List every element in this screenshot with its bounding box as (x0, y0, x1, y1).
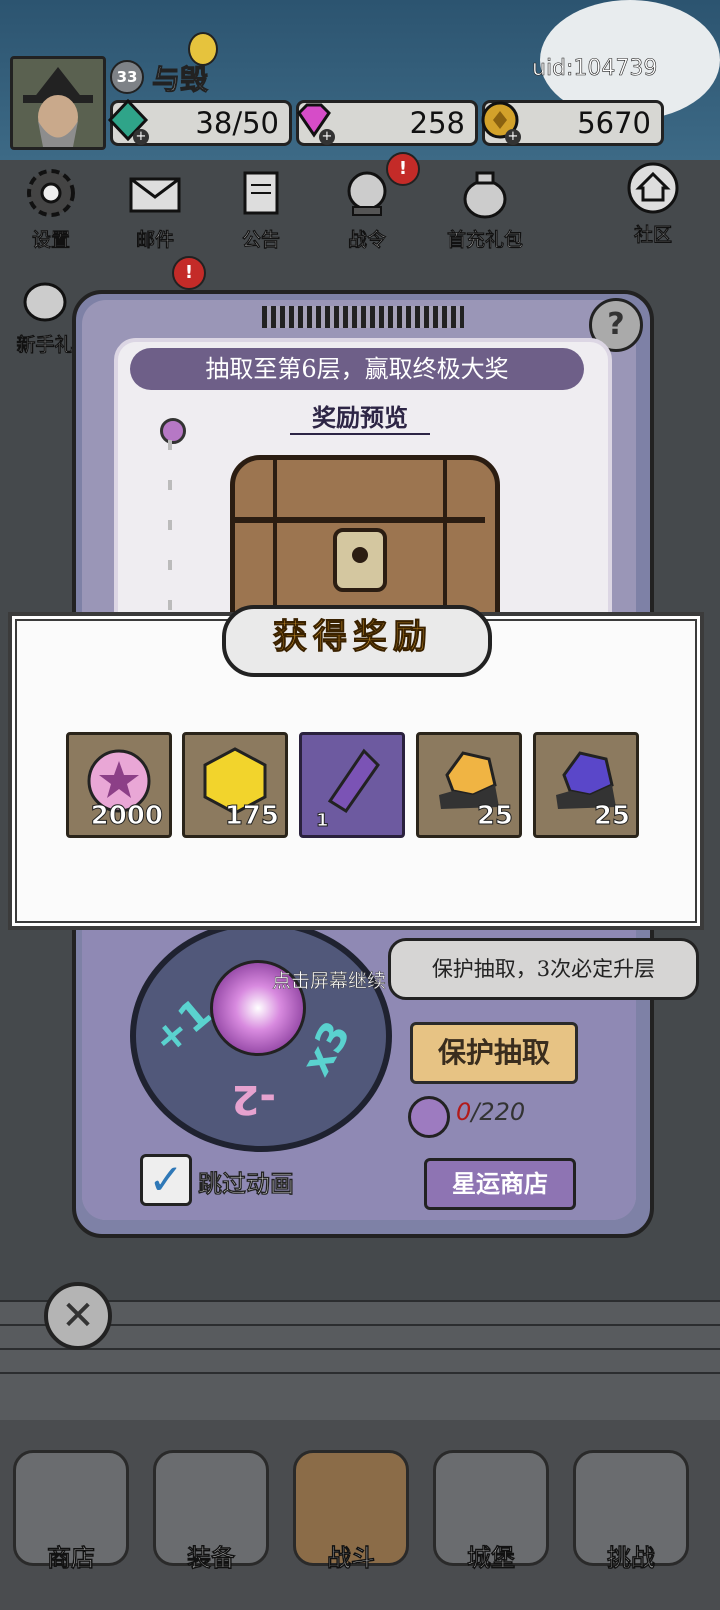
nav-castle-label: 城堡 (467, 1543, 516, 1573)
nav-challenge-label: 挑战 (607, 1543, 656, 1573)
protect-tip-bubble: 保护抽取，3次必定升层 (388, 938, 699, 1000)
nav-shop[interactable]: 商店 (6, 1440, 136, 1610)
gold-medal-icon (188, 32, 218, 66)
avatar[interactable] (10, 56, 106, 150)
svg-text:+1: +1 (144, 989, 221, 1064)
gear-icon (27, 169, 75, 217)
level-badge: 33 (110, 60, 144, 94)
nav-equip[interactable]: 装备 (146, 1440, 276, 1610)
preview-title: 奖励预览 (290, 398, 430, 435)
reward-count: 1 (316, 810, 329, 832)
notice-label: 公告 (241, 229, 281, 252)
svg-text:-2: -2 (232, 1076, 276, 1122)
goal-banner: 抽取至第6层，赢取终极大奖 (130, 348, 584, 390)
reward-item[interactable]: 175 (182, 732, 288, 838)
mail-label: 邮件 (135, 229, 175, 252)
reward-item[interactable]: 2000 (66, 732, 172, 838)
envelope-icon (129, 177, 181, 213)
energy-resource[interactable]: + 38/50 (107, 98, 292, 146)
community-label: 社区 (633, 224, 673, 247)
add-energy-icon[interactable]: + (133, 129, 149, 145)
add-gems-icon[interactable]: + (319, 129, 335, 145)
reward-count: 175 (224, 801, 279, 832)
nav-battle[interactable]: 战斗 (286, 1440, 416, 1610)
home-icon (627, 162, 679, 214)
money-bag-icon (463, 171, 507, 219)
tap-to-continue: 点击屏幕继续 (272, 970, 387, 992)
skip-animation-label: 跳过动画 (198, 1169, 295, 1199)
purple-crystal-shard-icon (327, 748, 380, 814)
question-icon: ? (607, 307, 625, 342)
notice-button[interactable]: 公告 (216, 165, 306, 255)
gems-value: 258 (409, 106, 465, 140)
reward-item[interactable]: 25 (416, 732, 522, 838)
bottom-nav: 商店 装备 战斗 城堡 挑战 (0, 1440, 720, 1610)
star-shop-button[interactable]: 星运商店 (424, 1158, 576, 1210)
nav-castle[interactable]: 城堡 (426, 1440, 556, 1610)
energy-value: 38/50 (195, 106, 279, 140)
nav-equip-label: 装备 (187, 1543, 236, 1573)
star-token-icon (408, 1096, 450, 1138)
first-recharge-button[interactable]: 首充礼包 (430, 165, 540, 255)
uid-label: uid:104739 (532, 56, 658, 82)
cost-owned: 0 (456, 1098, 472, 1126)
gold-resource[interactable]: + 5670 (481, 100, 664, 146)
protect-draw-button[interactable]: 保护抽取 (410, 1022, 578, 1084)
reward-count: 25 (476, 801, 513, 832)
checkmark-icon: ✓ (148, 1155, 184, 1204)
nav-challenge[interactable]: 挑战 (566, 1440, 696, 1610)
first-recharge-label: 首充礼包 (446, 229, 524, 252)
settings-label: 设置 (31, 229, 71, 252)
nav-battle-label: 战斗 (327, 1543, 376, 1573)
progress-track (168, 440, 172, 620)
cost-required: /220 (471, 1098, 526, 1126)
panel-grill (262, 306, 464, 328)
progress-node-icon (160, 418, 186, 444)
mail-alert-icon: ! (172, 256, 206, 290)
settings-button[interactable]: 设置 (6, 165, 96, 255)
mail-button[interactable]: 邮件 (110, 165, 200, 255)
gift-bag-icon (23, 282, 67, 322)
battle-pass-label: 战令 (347, 229, 387, 252)
reward-item[interactable]: 25 (533, 732, 639, 838)
svg-text:x3: x3 (293, 1014, 360, 1083)
add-gold-icon[interactable]: + (505, 129, 521, 145)
reward-item[interactable]: 1 (299, 732, 405, 838)
community-button[interactable]: 社区 (608, 160, 698, 250)
gold-value: 5670 (577, 106, 651, 140)
reward-count: 2000 (90, 801, 163, 832)
popup-title: 获得奖励 (273, 617, 433, 658)
skip-animation-checkbox[interactable]: ✓ (140, 1154, 192, 1206)
close-icon: ✕ (61, 1293, 95, 1339)
close-button[interactable]: ✕ (44, 1282, 112, 1350)
draw-cost: 0/220 (456, 1098, 525, 1126)
nav-shop-label: 商店 (47, 1543, 96, 1573)
gems-resource[interactable]: + 258 (296, 100, 478, 146)
reward-count: 25 (593, 801, 630, 832)
battle-pass-alert-icon: ! (386, 152, 420, 186)
scroll-icon (243, 171, 279, 215)
